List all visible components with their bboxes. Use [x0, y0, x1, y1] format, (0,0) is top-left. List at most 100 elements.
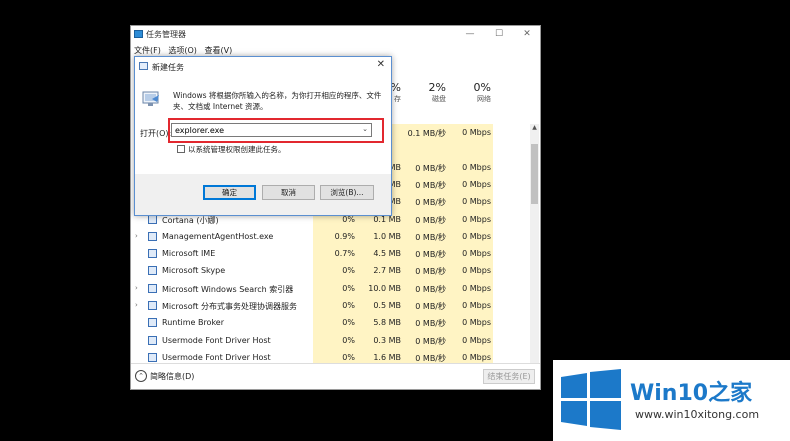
task-manager-footer: ⌃ 简略信息(D) 结束任务(E) [131, 363, 540, 389]
process-disk-value: 0 MB/秒 [415, 232, 446, 242]
process-icon [148, 335, 157, 345]
process-icon [148, 283, 157, 293]
process-net-value: 0 Mbps [462, 318, 491, 328]
process-icon [148, 318, 157, 328]
disk-percent: 2% [428, 81, 446, 94]
process-icon [148, 352, 157, 362]
vertical-scrollbar[interactable]: ▲ ▼ [530, 124, 539, 386]
process-net-value: 0 Mbps [462, 162, 491, 172]
process-mem-value: 2.7 MB [373, 266, 401, 276]
process-name: ManagementAgentHost.exe [162, 231, 274, 241]
fewer-details-link[interactable]: 简略信息(D) [150, 371, 194, 382]
process-mem-value: 5.8 MB [373, 318, 401, 328]
process-name: Usermode Font Driver Host [162, 352, 271, 362]
windows-logo-icon [561, 369, 621, 430]
chevron-right-icon[interactable]: › [135, 301, 138, 309]
process-net-value: 0 Mbps [462, 283, 491, 293]
dialog-close-button[interactable]: ✕ [377, 59, 385, 70]
process-disk-value: 0 MB/秒 [415, 319, 446, 329]
process-row[interactable]: Microsoft Skype 0% 2.7 MB 0 MB/秒 0 Mbps [131, 262, 531, 279]
watermark: Win10之家 www.win10xitong.com [553, 360, 790, 441]
process-row[interactable]: › Microsoft 分布式事务处理协调器服务 0% 0.5 MB 0 MB/秒 0 M… [131, 297, 531, 314]
process-name: Runtime Broker [162, 318, 225, 328]
process-icon [148, 301, 157, 310]
process-cpu-value: 0% [342, 318, 355, 328]
process-disk-value: 0 MB/秒 [415, 163, 446, 173]
task-manager-icon [134, 30, 143, 38]
menu-file[interactable]: 文件(F) [134, 46, 161, 55]
process-net-value: 0 Mbps [462, 197, 491, 207]
process-mem-value: 1.6 MB [373, 352, 401, 362]
scroll-up-icon[interactable]: ▲ [531, 124, 538, 131]
process-cpu-value: 0% [342, 352, 355, 362]
scroll-thumb[interactable] [531, 144, 538, 204]
watermark-brand-suffix: 之家 [708, 381, 753, 406]
admin-checkbox[interactable] [177, 145, 185, 153]
process-cpu-value: 0% [342, 266, 355, 276]
process-name: Usermode Font Driver Host [162, 335, 271, 345]
process-cpu-value: 0% [342, 301, 355, 310]
menu-view[interactable]: 查看(V) [204, 46, 232, 55]
dialog-title-icon [139, 62, 148, 70]
process-mem-value: 1.0 MB [373, 231, 401, 241]
process-net-value: 0 Mbps [462, 266, 491, 276]
process-name: Cortana (小娜) [162, 215, 219, 225]
task-manager-title: 任务管理器 [146, 30, 186, 39]
process-disk-value: 0 MB/秒 [415, 250, 446, 260]
process-row[interactable]: › Microsoft Windows Search 索引器 0% 10.0 MB 0 … [131, 280, 531, 297]
menu-options[interactable]: 选项(O) [168, 46, 197, 55]
process-cpu-value: 0% [342, 335, 355, 345]
end-task-button[interactable]: 结束任务(E) [483, 369, 535, 384]
process-disk-value: 0 MB/秒 [415, 180, 446, 190]
process-mem-value: 0.3 MB [373, 335, 401, 345]
admin-checkbox-label: 以系统管理权限创建此任务。 [188, 145, 286, 154]
process-net-value: 0 Mbps [462, 231, 491, 241]
cancel-button[interactable]: 取消 [262, 185, 315, 200]
process-disk-value: 0 MB/秒 [415, 284, 446, 294]
chevron-up-icon[interactable]: ⌃ [135, 370, 147, 382]
network-percent: 0% [473, 81, 491, 94]
chevron-right-icon[interactable]: › [135, 284, 138, 292]
close-button[interactable]: ✕ [516, 28, 538, 40]
process-disk-value: 0 MB/秒 [415, 302, 446, 311]
process-mem-value: 4.5 MB [373, 249, 401, 259]
browse-button[interactable]: 浏览(B)... [320, 185, 374, 200]
process-disk-value: 0 MB/秒 [415, 198, 446, 208]
process-net-value: 0 Mbps [462, 301, 491, 310]
minimize-button[interactable]: — [459, 28, 481, 40]
process-name: Microsoft Windows Search 索引器 [162, 284, 294, 294]
column-network[interactable]: 0% 网络 [449, 81, 491, 111]
network-label: 网络 [477, 95, 491, 103]
create-new-task-dialog: 新建任务 ✕ Windows 将根据你所输入的名称，为你打开相应的程序、文件夹、… [134, 56, 392, 216]
process-icon [148, 231, 157, 241]
disk-label: 磁盘 [432, 95, 446, 103]
process-row[interactable]: › ManagementAgentHost.exe 0.9% 1.0 MB 0 MB/秒… [131, 228, 531, 245]
ok-button[interactable]: 确定 [203, 185, 256, 200]
process-net-value: 0 Mbps [462, 214, 491, 224]
process-mem-value: 10.0 MB [368, 283, 401, 293]
watermark-brand-prefix: Win10 [630, 381, 709, 406]
highlight-annotation [168, 118, 384, 143]
process-disk-value: 0 MB/秒 [415, 267, 446, 277]
process-name: Microsoft IME [162, 249, 216, 259]
process-net-value: 0 Mbps [462, 352, 491, 362]
process-net-value: 0 Mbps [462, 128, 491, 137]
process-cpu-value: 0.9% [334, 231, 355, 241]
process-row[interactable]: Microsoft IME 0.7% 4.5 MB 0 MB/秒 0 Mbps [131, 245, 531, 262]
process-net-value: 0 Mbps [462, 179, 491, 189]
process-disk-value: 0.1 MB/秒 [407, 129, 446, 138]
dialog-title: 新建任务 [152, 63, 184, 72]
dialog-description: Windows 将根据你所输入的名称，为你打开相应的程序、文件夹、文档或 Int… [173, 91, 382, 111]
process-row[interactable]: Runtime Broker 0% 5.8 MB 0 MB/秒 0 Mbps [131, 314, 531, 331]
chevron-right-icon[interactable]: › [135, 232, 138, 240]
watermark-url: www.win10xitong.com [635, 408, 760, 421]
process-row[interactable]: Usermode Font Driver Host 0% 0.3 MB 0 MB/秒 0… [131, 332, 531, 349]
open-label: 打开(O): [140, 129, 172, 138]
process-net-value: 0 Mbps [462, 249, 491, 259]
column-disk[interactable]: 2% 磁盘 [403, 81, 446, 111]
maximize-button[interactable]: ☐ [488, 28, 510, 40]
process-cpu-value: 0.7% [334, 249, 355, 259]
process-net-value: 0 Mbps [462, 335, 491, 345]
process-mem-value: 0.5 MB [373, 301, 401, 310]
process-disk-value: 0 MB/秒 [415, 215, 446, 225]
